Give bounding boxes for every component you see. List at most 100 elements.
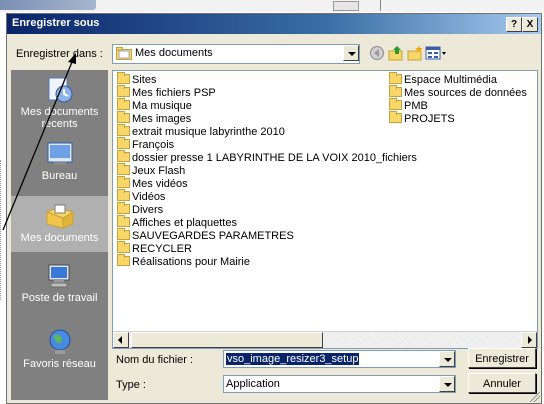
- places-bar: Mes documents récents Bureau Mes documen…: [11, 70, 108, 400]
- filename-value: vso_image_resizer3_setup: [226, 353, 360, 365]
- folder-item[interactable]: Mes vidéos: [117, 176, 188, 191]
- save-in-dropdown-arrow[interactable]: [343, 45, 359, 61]
- folder-item[interactable]: Affiches et plaquettes: [117, 215, 237, 230]
- place-label-recent: Mes documents récents: [20, 106, 99, 130]
- filename-dropdown-arrow[interactable]: [439, 351, 455, 367]
- folder-icon: [117, 228, 130, 241]
- save-button[interactable]: Enregistrer: [468, 348, 536, 368]
- horizontal-scrollbar[interactable]: [113, 331, 537, 348]
- close-button[interactable]: X: [522, 17, 538, 32]
- folder-icon: [117, 150, 130, 163]
- folder-item[interactable]: SAUVEGARDES PARAMETRES: [117, 228, 294, 243]
- back-icon[interactable]: [369, 45, 385, 61]
- folder-item[interactable]: Ma musique: [117, 98, 192, 113]
- folder-item[interactable]: dossier presse 1 LABYRINTHE DE LA VOIX 2…: [117, 150, 417, 165]
- place-label-desktop: Bureau: [41, 170, 78, 182]
- folder-icon: [389, 72, 402, 85]
- folder-item[interactable]: PROJETS: [389, 111, 455, 126]
- folder-name: Sites: [132, 74, 157, 86]
- folder-item[interactable]: Jeux Flash: [117, 163, 186, 178]
- file-type-dropdown-arrow[interactable]: [439, 376, 455, 392]
- file-type-value: Application: [226, 378, 280, 390]
- place-my-documents[interactable]: Mes documents: [11, 196, 108, 252]
- folder-name: RECYCLER: [132, 243, 192, 255]
- desktop-icon: [47, 142, 72, 165]
- save-in-dropdown[interactable]: Mes documents: [112, 44, 360, 64]
- background-window-edge: [0, 160, 5, 300]
- scroll-left-button[interactable]: [113, 332, 129, 348]
- folder-icon: [117, 163, 130, 176]
- place-recent-documents[interactable]: Mes documents récents: [11, 76, 108, 136]
- folder-item[interactable]: Mes fichiers PSP: [117, 85, 216, 100]
- file-list[interactable]: Sites Mes fichiers PSP Ma musique Mes im…: [112, 70, 538, 349]
- view-menu-icon[interactable]: [425, 45, 447, 61]
- background-window-control: [333, 1, 359, 11]
- folder-item[interactable]: extrait musique labyrinthe 2010: [117, 124, 285, 139]
- folder-icon: [117, 98, 130, 111]
- place-label-my-documents: Mes documents: [20, 232, 99, 244]
- folder-icon: [117, 254, 130, 267]
- folder-name: Vidéos: [132, 191, 166, 203]
- folder-icon: [389, 111, 402, 124]
- network-places-icon: [49, 329, 70, 354]
- cancel-button[interactable]: Annuler: [468, 373, 536, 393]
- folder-icon: [117, 72, 130, 85]
- save-as-dialog: Enregistrer sous ? X Enregistrer dans : …: [6, 13, 542, 404]
- folder-icon: [389, 98, 402, 111]
- folder-icon: [117, 241, 130, 254]
- save-in-value: Mes documents: [135, 47, 213, 59]
- recent-documents-icon: [48, 77, 72, 103]
- folder-name: dossier presse 1 LABYRINTHE DE LA VOIX 2…: [132, 152, 417, 164]
- my-computer-icon: [48, 264, 69, 288]
- folder-name: François: [132, 139, 175, 151]
- new-folder-icon[interactable]: [407, 45, 423, 61]
- folder-name: PMB: [404, 100, 428, 112]
- scrollbar-thumb[interactable]: [131, 332, 323, 348]
- place-network[interactable]: Favoris réseau: [11, 328, 108, 388]
- background-window-divider: [380, 0, 381, 11]
- folder-item[interactable]: Mes sources de données: [389, 85, 527, 100]
- dialog-titlebar[interactable]: Enregistrer sous ? X: [7, 14, 541, 34]
- folder-icon: [117, 189, 130, 202]
- scroll-right-button[interactable]: [521, 332, 537, 348]
- folder-icon: [117, 124, 130, 137]
- folder-name: PROJETS: [404, 113, 455, 125]
- folder-icon: [389, 85, 402, 98]
- folder-name: Mes fichiers PSP: [132, 87, 216, 99]
- folder-icon: [117, 137, 130, 150]
- folder-name: Mes images: [132, 113, 192, 125]
- folder-name: Jeux Flash: [132, 165, 186, 177]
- folder-name: extrait musique labyrinthe 2010: [132, 126, 285, 138]
- save-in-label: Enregistrer dans :: [16, 48, 103, 60]
- filename-label: Nom du fichier :: [116, 354, 194, 366]
- folder-item[interactable]: RECYCLER: [117, 241, 192, 256]
- folder-icon: [117, 111, 130, 124]
- folder-item[interactable]: François: [117, 137, 175, 152]
- folder-name: Divers: [132, 204, 164, 216]
- filename-field[interactable]: vso_image_resizer3_setup: [223, 350, 456, 368]
- folder-icon: [117, 85, 130, 98]
- place-desktop[interactable]: Bureau: [11, 140, 108, 190]
- folder-name: Mes sources de données: [404, 87, 527, 99]
- up-folder-icon[interactable]: [388, 45, 404, 61]
- folder-icon: [117, 215, 130, 228]
- folder-name: Affiches et plaquettes: [132, 217, 237, 229]
- folder-name: SAUVEGARDES PARAMETRES: [132, 230, 294, 242]
- folder-name: Ma musique: [132, 100, 192, 112]
- folder-item[interactable]: Espace Multimédia: [389, 72, 497, 87]
- resize-grip[interactable]: [528, 390, 540, 402]
- background-window-titlebar: [0, 0, 96, 10]
- folder-name: Réalisations pour Mairie: [132, 256, 250, 268]
- folder-icon: [117, 202, 130, 215]
- file-type-select[interactable]: Application: [223, 375, 456, 393]
- folder-name: Espace Multimédia: [404, 74, 497, 86]
- my-documents-icon: [45, 204, 74, 229]
- place-label-network: Favoris réseau: [23, 358, 96, 370]
- file-type-label: Type :: [116, 379, 146, 391]
- place-my-computer[interactable]: Poste de travail: [11, 262, 108, 318]
- help-button[interactable]: ?: [506, 17, 522, 32]
- folder-icon: [117, 176, 130, 189]
- folder-item[interactable]: Mes images: [117, 111, 192, 126]
- folder-open-icon: [116, 47, 132, 60]
- folder-item[interactable]: Réalisations pour Mairie: [117, 254, 250, 269]
